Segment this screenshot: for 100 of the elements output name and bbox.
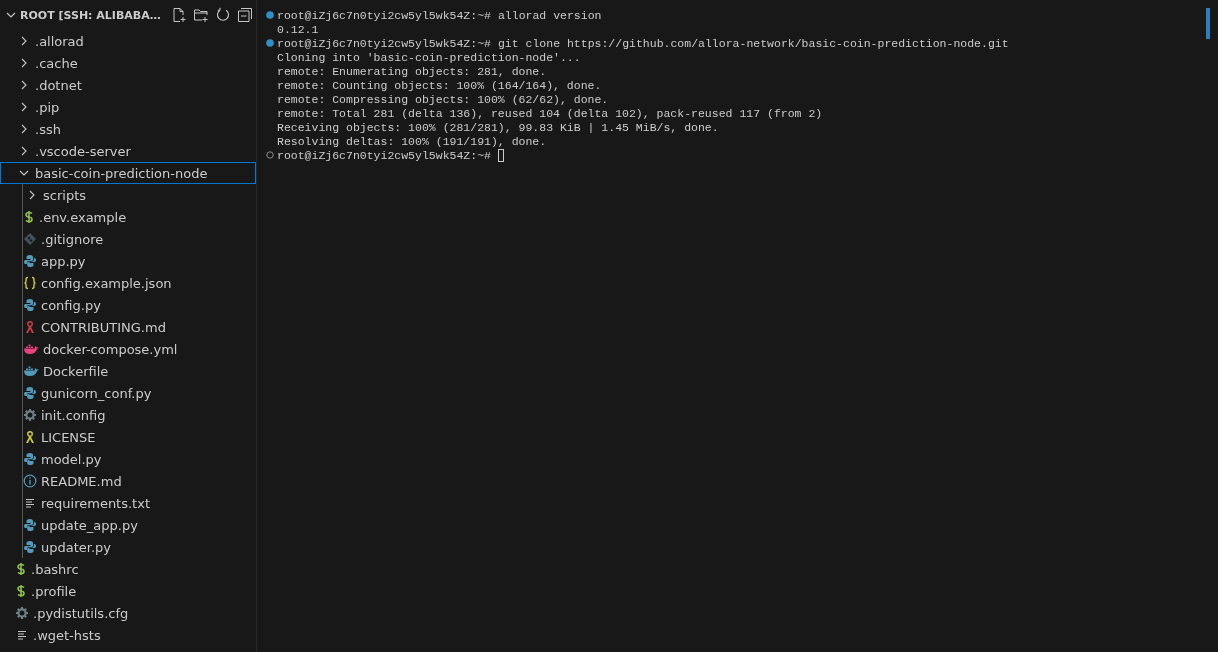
collapse-all-icon[interactable] — [236, 7, 253, 23]
tree-item-label: .pydistutils.cfg — [33, 605, 129, 621]
prompt-text: root@iZj6c7n0tyi2cw5yl5wk54Z:~# — [277, 8, 491, 22]
output-text: Resolving deltas: 100% (191/191), done. — [277, 134, 547, 148]
tree-item-label: gunicorn_conf.py — [41, 385, 152, 401]
tree-item[interactable]: README.md — [0, 470, 256, 492]
info-icon — [23, 474, 37, 488]
tree-item-label: LICENSE — [41, 429, 96, 445]
tree-item[interactable]: config.py — [0, 294, 256, 316]
dollar-icon — [15, 584, 27, 598]
tree-item[interactable]: docker-compose.yml — [0, 338, 256, 360]
output-text: remote: Enumerating objects: 281, done. — [277, 64, 547, 78]
output-text: Cloning into 'basic-coin-prediction-node'... — [277, 50, 581, 64]
output-text: 0.12.1 — [277, 22, 319, 36]
tree-item[interactable]: updater.py — [0, 536, 256, 558]
tree-item-label: .env.example — [39, 209, 127, 225]
python-icon — [23, 298, 37, 312]
scrollbar[interactable] — [1206, 8, 1210, 39]
tree-item[interactable]: .profile — [0, 580, 256, 602]
tree-item[interactable]: gunicorn_conf.py — [0, 382, 256, 404]
python-icon — [23, 518, 37, 532]
tree-item-label: app.py — [41, 253, 86, 269]
output-text: remote: Compressing objects: 100% (62/62), done. — [277, 92, 609, 106]
tree-item-label: config.py — [41, 297, 101, 313]
ribbon-icon — [23, 430, 37, 444]
python-icon — [23, 540, 37, 554]
tree-item-label: docker-compose.yml — [43, 341, 178, 357]
chevron-icon[interactable] — [19, 146, 29, 156]
tree-item-label: .pip — [35, 99, 60, 115]
whale-icon — [23, 365, 39, 377]
new-folder-icon[interactable] — [192, 7, 209, 23]
chevron-icon[interactable] — [19, 80, 29, 90]
tree-item-label: update_app.py — [41, 517, 138, 533]
tree-item[interactable]: update_app.py — [0, 514, 256, 536]
prompt-text: root@iZj6c7n0tyi2cw5yl5wk54Z:~# — [277, 36, 491, 50]
tree-item[interactable]: Dockerfile — [0, 360, 256, 382]
tree-item-label: updater.py — [41, 539, 112, 555]
tree-item-label: .profile — [31, 583, 77, 599]
tree-item[interactable]: CONTRIBUTING.md — [0, 316, 256, 338]
whale-icon — [23, 343, 39, 355]
dollar-icon — [15, 562, 27, 576]
tree-item[interactable]: scripts — [0, 184, 256, 206]
braces-icon — [23, 276, 37, 290]
tree-item[interactable]: config.example.json — [0, 272, 256, 294]
tree-item[interactable]: model.py — [0, 448, 256, 470]
chevron-icon[interactable] — [27, 190, 37, 200]
tree-item[interactable]: app.py — [0, 250, 256, 272]
tree-item[interactable]: .pip — [0, 96, 256, 118]
command-status-dot[interactable] — [266, 39, 274, 47]
tree-item[interactable]: init.config — [0, 404, 256, 426]
lines-icon — [23, 496, 37, 510]
refresh-icon[interactable] — [214, 7, 231, 23]
tree-item-label: scripts — [43, 187, 86, 203]
chevron-icon[interactable] — [19, 168, 29, 178]
tree-item-label: .allorad — [35, 33, 84, 49]
python-icon — [23, 254, 37, 268]
chevron-icon[interactable] — [6, 10, 16, 20]
empty-status-circle[interactable] — [266, 151, 274, 159]
tree-item-label: .cache — [35, 55, 78, 71]
tree-item[interactable]: .bashrc — [0, 558, 256, 580]
tree-item-label: requirements.txt — [41, 495, 150, 511]
output-text: remote: Counting objects: 100% (164/164), done. — [277, 78, 602, 92]
command-status-dot[interactable] — [266, 11, 274, 19]
python-icon — [23, 452, 37, 466]
python-icon — [23, 386, 37, 400]
ribbon-icon — [23, 320, 37, 334]
tree-item[interactable]: .env.example — [0, 206, 256, 228]
chevron-icon[interactable] — [19, 102, 29, 112]
gear-icon — [23, 408, 37, 422]
lines-icon — [15, 628, 29, 642]
gear-icon — [15, 606, 29, 620]
tree-item[interactable]: .pydistutils.cfg — [0, 602, 256, 624]
tree-item-label: .ssh — [35, 121, 61, 137]
tree-item[interactable]: .vscode-server — [0, 140, 256, 162]
chevron-icon[interactable] — [19, 36, 29, 46]
tree-item[interactable]: .cache — [0, 52, 256, 74]
output-text: Receiving objects: 100% (281/281), 99.83 KiB | 1.45 MiB/s, done. — [277, 120, 719, 134]
tree-item-label: init.config — [41, 407, 106, 423]
tree-item-label: .wget-hsts — [33, 627, 101, 643]
new-file-icon[interactable] — [170, 7, 187, 23]
tree-item-label: .dotnet — [35, 77, 82, 93]
tree-item[interactable]: .gitignore — [0, 228, 256, 250]
tree-item[interactable]: requirements.txt — [0, 492, 256, 514]
tree-item[interactable]: basic-coin-prediction-node — [0, 162, 256, 184]
tree-item[interactable]: .dotnet — [0, 74, 256, 96]
chevron-icon[interactable] — [19, 124, 29, 134]
tree-item-label: Dockerfile — [43, 363, 109, 379]
tree-item-label: .vscode-server — [35, 143, 131, 159]
command-text: allorad version — [497, 8, 602, 22]
tree-item[interactable]: .allorad — [0, 30, 256, 52]
tree-item[interactable]: LICENSE — [0, 426, 256, 448]
output-text: remote: Total 281 (delta 136), reused 104 (delta 102), pack-reused 117 (from 2) — [277, 106, 823, 120]
chevron-icon[interactable] — [19, 58, 29, 68]
explorer-title: ROOT [SSH: ALIBABA… — [20, 8, 161, 22]
prompt-text: root@iZj6c7n0tyi2cw5yl5wk54Z:~# — [277, 148, 491, 162]
tree-item-label: .bashrc — [31, 561, 79, 577]
tree-item-label: basic-coin-prediction-node — [35, 165, 208, 181]
tree-item[interactable]: .ssh — [0, 118, 256, 140]
git-diamond-icon — [23, 232, 37, 246]
tree-item[interactable]: .wget-hsts — [0, 624, 256, 646]
